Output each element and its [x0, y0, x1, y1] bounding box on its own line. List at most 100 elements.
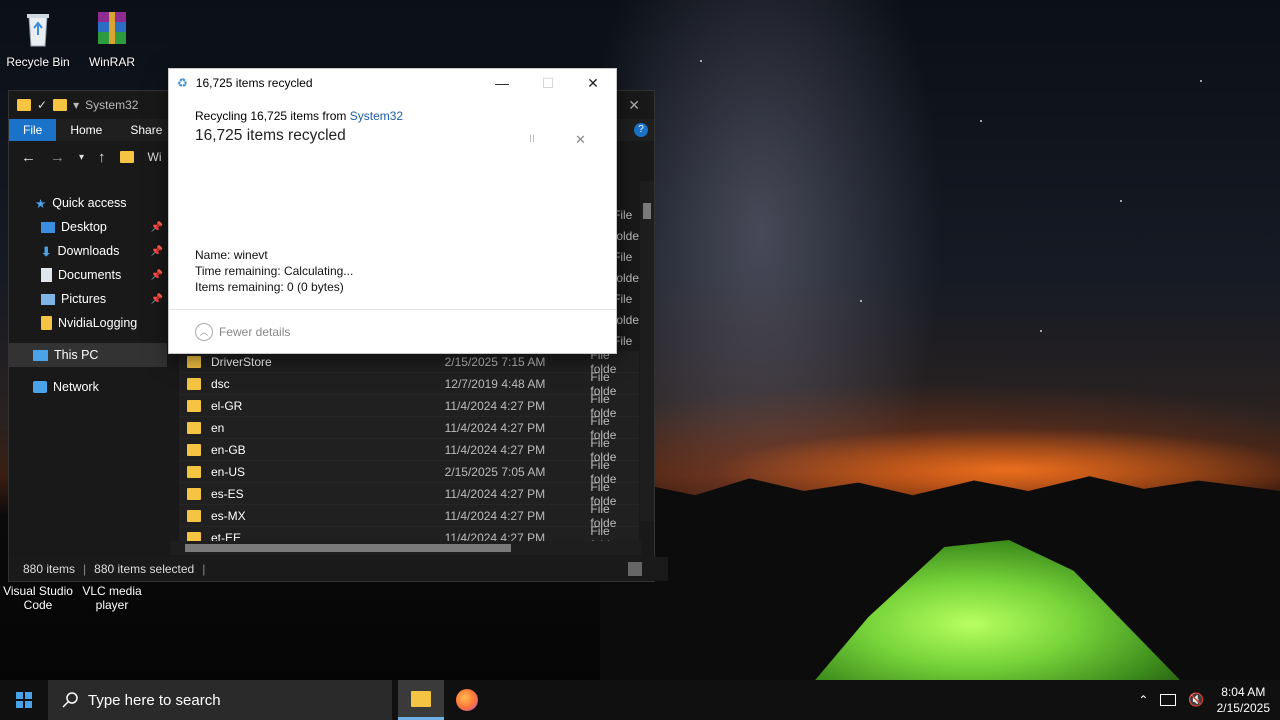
file-date: 2/15/2025 7:05 AM: [444, 464, 546, 479]
system-tray: ⌃ 🔇 8:04 AM 2/15/2025: [1138, 680, 1280, 720]
table-row[interactable]: es-ES 11/4/2024 4:27 PM File folde: [179, 480, 639, 508]
table-row[interactable]: DriverStore 2/15/2025 7:15 AM File folde: [179, 348, 639, 376]
folder-icon: [17, 99, 31, 111]
fewer-details-button[interactable]: ︿ Fewer details: [169, 309, 616, 353]
nav-item-nvidialogging[interactable]: NvidiaLogging: [9, 311, 167, 335]
table-row[interactable]: en-GB 11/4/2024 4:27 PM File folde: [179, 436, 639, 464]
scroll-thumb[interactable]: [185, 544, 511, 552]
pin-icon: 📌: [150, 269, 163, 281]
chevron-down-icon[interactable]: ▾: [73, 98, 79, 112]
name-value: winevt: [233, 248, 268, 262]
file-date: 11/4/2024 4:27 PM: [444, 486, 546, 501]
dialog-heading: 16,725 items recycled: [195, 127, 346, 144]
folder-icon: [41, 316, 52, 330]
network-icon[interactable]: [1160, 694, 1177, 706]
taskbar-firefox[interactable]: [444, 680, 490, 720]
file-date: 11/4/2024 4:27 PM: [444, 442, 546, 457]
folder-icon: [187, 377, 201, 390]
volume-muted-icon[interactable]: 🔇: [1188, 692, 1204, 708]
pin-icon: 📌: [150, 293, 163, 305]
clock-time: 8:04 AM: [1221, 685, 1266, 699]
table-row[interactable]: dsc 12/7/2019 4:48 AM File folde: [179, 370, 639, 398]
time-remaining-value: Calculating...: [283, 264, 354, 278]
winrar-icon: [98, 12, 126, 44]
tab-home[interactable]: Home: [56, 119, 116, 141]
fewer-details-label: Fewer details: [219, 324, 291, 339]
horizontal-scrollbar[interactable]: [171, 541, 641, 555]
vertical-scrollbar[interactable]: [640, 181, 654, 521]
pin-icon: 📌: [150, 221, 163, 233]
nav-label: Network: [53, 380, 99, 394]
nav-item-downloads[interactable]: ⬇ Downloads 📌: [9, 239, 167, 263]
scroll-thumb[interactable]: [643, 203, 651, 219]
desktop-icon-vscode[interactable]: Visual Studio Code: [0, 584, 76, 612]
desktop-icon-label: Visual Studio Code: [3, 584, 73, 612]
up-icon[interactable]: ↑: [98, 149, 106, 166]
chevron-up-icon: ︿: [195, 322, 213, 341]
firefox-icon: [456, 689, 478, 711]
folder-icon: [119, 151, 134, 163]
clock[interactable]: 8:04 AM 2/15/2025: [1217, 684, 1270, 716]
nav-quick-access[interactable]: ★ Quick access: [9, 191, 167, 215]
pause-icon[interactable]: II: [529, 133, 535, 145]
time-remaining-label: Time remaining:: [195, 264, 281, 278]
desktop-icon-recycle-bin[interactable]: Recycle Bin: [0, 8, 76, 69]
nav-item-pictures[interactable]: Pictures 📌: [9, 287, 167, 311]
pin-icon: 📌: [150, 245, 163, 257]
document-icon: [41, 268, 52, 282]
windows-icon: [16, 692, 32, 708]
new-folder-icon[interactable]: [53, 99, 68, 111]
search-icon: [62, 692, 78, 708]
file-name: en: [211, 420, 225, 435]
pictures-icon: [41, 293, 55, 305]
cancel-icon[interactable]: ✕: [575, 132, 586, 148]
table-row[interactable]: en-US 2/15/2025 7:05 AM File folde: [179, 458, 639, 486]
table-row[interactable]: en 11/4/2024 4:27 PM File folde: [179, 414, 639, 442]
explorer-title: System32: [85, 98, 139, 112]
start-button[interactable]: [0, 680, 48, 720]
recycle-progress-dialog: ♻ 16,725 items recycled — ☐ ✕ Recycling …: [168, 68, 617, 354]
network-icon: [33, 381, 47, 393]
source-folder-link[interactable]: System32: [350, 109, 403, 123]
address-path[interactable]: Wi: [148, 150, 162, 164]
nav-label: Quick access: [52, 196, 127, 210]
navigation-pane: ★ Quick access Desktop 📌 ⬇ Downloads 📌 D…: [9, 191, 167, 399]
chevron-up-icon[interactable]: ⌃: [1138, 693, 1148, 707]
desktop-icon-winrar[interactable]: WinRAR: [74, 8, 150, 69]
file-name: es-MX: [211, 508, 246, 523]
table-row[interactable]: el-GR 11/4/2024 4:27 PM File folde: [179, 392, 639, 420]
clock-date: 2/15/2025: [1216, 701, 1270, 715]
properties-icon[interactable]: ✓: [37, 98, 47, 112]
taskbar-search-box[interactable]: Type here to search: [48, 680, 392, 720]
taskbar: Type here to search ⌃ 🔇 8:04 AM 2/15/202…: [0, 680, 1280, 720]
star: [980, 120, 982, 122]
forward-icon[interactable]: →: [50, 149, 65, 166]
nav-label: NvidiaLogging: [58, 316, 138, 330]
desktop-icon-vlc[interactable]: VLC media player: [74, 584, 150, 612]
file-date: 11/4/2024 4:27 PM: [444, 508, 546, 523]
nav-item-desktop[interactable]: Desktop 📌: [9, 215, 167, 239]
file-name: el-GR: [211, 398, 243, 413]
help-icon[interactable]: ?: [634, 123, 648, 137]
nav-network[interactable]: Network: [9, 375, 167, 399]
file-name: en-US: [211, 464, 246, 479]
table-row[interactable]: es-MX 11/4/2024 4:27 PM File folde: [179, 502, 639, 530]
details-view-icon[interactable]: [628, 562, 642, 576]
taskbar-file-explorer[interactable]: [398, 680, 444, 720]
tab-file[interactable]: File: [9, 119, 57, 141]
items-remaining-value: 0 (0 bytes): [287, 280, 344, 294]
close-icon[interactable]: ✕: [628, 97, 640, 114]
folder-icon: [187, 509, 201, 522]
minimize-icon[interactable]: —: [479, 69, 525, 97]
nav-label: This PC: [54, 348, 99, 362]
maximize-icon[interactable]: ☐: [525, 69, 571, 97]
nav-item-documents[interactable]: Documents 📌: [9, 263, 167, 287]
items-remaining-label: Items remaining:: [195, 280, 284, 294]
desktop-icon-label: Recycle Bin: [6, 55, 70, 69]
recent-locations-icon[interactable]: ▾: [79, 152, 84, 163]
back-icon[interactable]: ←: [21, 149, 36, 166]
close-icon[interactable]: ✕: [570, 69, 616, 97]
folder-icon: [187, 399, 201, 412]
nav-label: Pictures: [61, 292, 107, 306]
nav-this-pc[interactable]: This PC: [9, 343, 167, 367]
